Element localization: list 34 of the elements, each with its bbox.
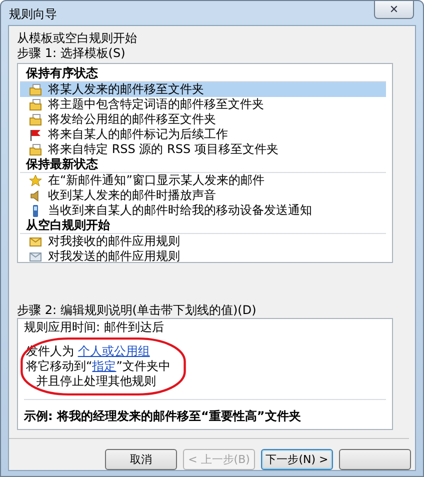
- group-header: 从空白规则开始: [20, 218, 386, 234]
- template-item[interactable]: 将主题中包含特定词语的邮件移至文件夹: [20, 97, 386, 112]
- window-title: 规则向导: [8, 6, 57, 23]
- template-item[interactable]: 将某人发来的邮件移至文件夹: [20, 82, 386, 97]
- template-item[interactable]: 对我发送的邮件应用规则: [20, 249, 386, 264]
- rule-line: 并且停止处理其他规则: [35, 374, 157, 389]
- dialog-button[interactable]: 下一步(N) >: [261, 449, 333, 470]
- template-item[interactable]: 收到某人发来的邮件时播放声音: [20, 188, 386, 203]
- step-label: 步骤 1: 选择模板(S): [17, 46, 126, 61]
- folder-icon: [29, 84, 42, 96]
- close-button[interactable]: ✕: [374, 1, 414, 19]
- envelope-icon: [29, 250, 42, 262]
- rule-link[interactable]: 个人或公用组: [78, 344, 150, 358]
- star-icon: [29, 174, 42, 186]
- dialog-button[interactable]: 取消: [105, 449, 177, 470]
- rule-link[interactable]: 指定: [92, 359, 116, 373]
- template-item[interactable]: 对我接收的邮件应用规则: [20, 234, 386, 249]
- step-label: 步骤 2: 编辑规则说明(单击带下划线的值)(D): [17, 303, 258, 318]
- flag-icon: [29, 128, 42, 140]
- rule-line: 规则应用时间: 邮件到达后: [24, 320, 164, 335]
- template-item[interactable]: 将发给公用组的邮件移至文件夹: [20, 112, 386, 127]
- rule-line: 将它移动到“指定”文件夹中: [26, 359, 170, 374]
- blank-button[interactable]: [339, 449, 411, 470]
- envelope-icon: [29, 236, 42, 248]
- template-item[interactable]: 将来自特定 RSS 源的 RSS 项目移至文件夹: [20, 142, 386, 157]
- folder-icon: [29, 144, 42, 156]
- folder-icon: [29, 98, 42, 110]
- template-item[interactable]: 在“新邮件通知”窗口显示某人发来的邮件: [20, 173, 386, 188]
- folder-icon: [29, 114, 42, 126]
- template-item[interactable]: 当收到来自某人的邮件时给我的移动设备发送通知: [20, 203, 386, 218]
- intro-label: 从模板或空白规则开始: [17, 31, 138, 46]
- group-header: 保持最新状态: [20, 157, 386, 173]
- template-item[interactable]: 将来自某人的邮件标记为后续工作: [20, 127, 386, 142]
- example-text: 示例: 将我的经理发来的邮件移至“重要性高”文件夹: [24, 399, 386, 425]
